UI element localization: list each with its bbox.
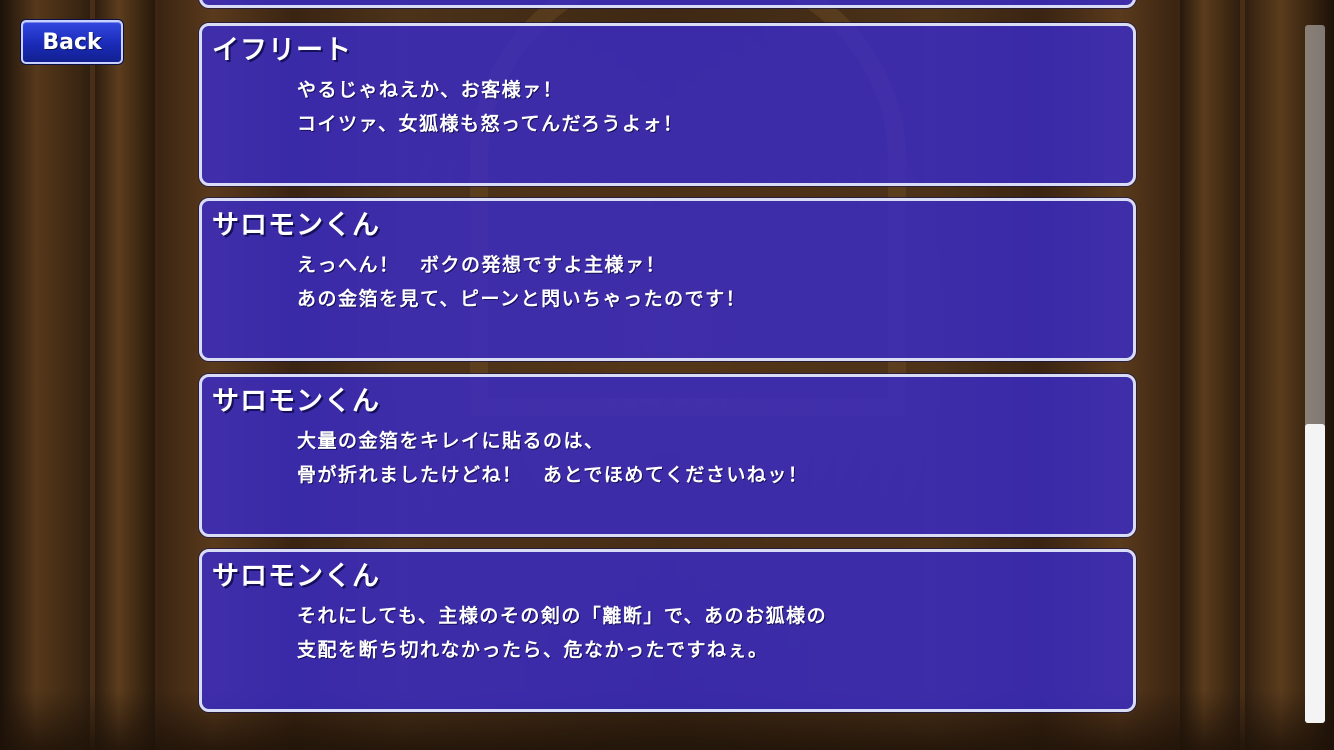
dialogue-line: やるじゃねえか、お客様ァ！ [297, 79, 564, 101]
dialogue-text: えっへん！ ボクの発想ですよ主様ァ！ あの金箔を見て、ピーンと閃いちゃったのです… [297, 248, 746, 316]
speaker-name: イフリート [212, 35, 352, 66]
dialogue-text: やるじゃねえか、お客様ァ！ コイツァ、女狐様も怒ってんだろうよォ！ [297, 73, 683, 141]
dialogue-line: 大量の金箔をキレイに貼るのは、 [297, 430, 605, 452]
speaker-name: サロモンくん [212, 210, 380, 241]
dialogue-line: コイツァ、女狐様も怒ってんだろうよォ！ [297, 113, 684, 135]
log-entry: サロモンくん 大量の金箔をキレイに貼るのは、 骨が折れましたけどね！ あとでほめ… [199, 374, 1136, 537]
dialogue-text: それにしても、主様のその剣の「離断」で、あのお狐様の 支配を断ち切れなかったら、… [297, 599, 827, 667]
dialogue-line: えっへん！ ボクの発想ですよ主様ァ！ [297, 254, 667, 276]
dialogue-line: 支配を断ち切れなかったら、危なかったですねぇ。 [297, 639, 769, 661]
log-entry: サロモンくん えっへん！ ボクの発想ですよ主様ァ！ あの金箔を見て、ピーンと閃い… [199, 198, 1136, 361]
speaker-name: サロモンくん [212, 386, 380, 417]
log-screen: Back イフリート やるじゃねえか、お客様ァ！ コイツァ、女狐様も怒ってんだろ… [0, 0, 1334, 750]
dialogue-line: あの金箔を見て、ピーンと閃いちゃったのです！ [297, 288, 747, 310]
log-entry: サロモンくん それにしても、主様のその剣の「離断」で、あのお狐様の 支配を断ち切… [199, 549, 1136, 712]
log-entry-partial [199, 0, 1136, 8]
dialogue-line: 骨が折れましたけどね！ あとでほめてくださいねッ！ [297, 464, 809, 486]
dialogue-line: それにしても、主様のその剣の「離断」で、あのお狐様の [297, 605, 828, 627]
speaker-name: サロモンくん [212, 561, 380, 592]
message-log[interactable]: イフリート やるじゃねえか、お客様ァ！ コイツァ、女狐様も怒ってんだろうよォ！ … [0, 0, 1334, 750]
scrollbar-thumb[interactable] [1305, 424, 1325, 723]
log-entry: イフリート やるじゃねえか、お客様ァ！ コイツァ、女狐様も怒ってんだろうよォ！ [199, 23, 1136, 186]
dialogue-text: 大量の金箔をキレイに貼るのは、 骨が折れましたけどね！ あとでほめてくださいねッ… [297, 424, 808, 492]
